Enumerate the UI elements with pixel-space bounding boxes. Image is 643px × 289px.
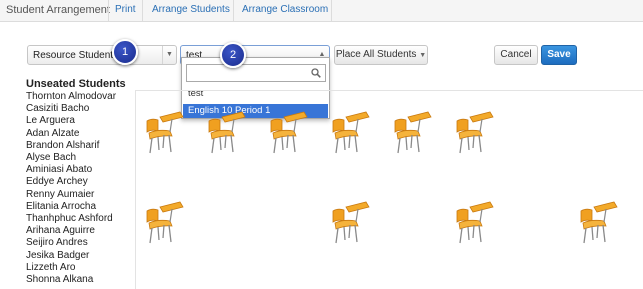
cancel-button[interactable]: Cancel bbox=[494, 45, 538, 65]
unseated-students-heading: Unseated Students bbox=[26, 78, 126, 90]
student-item[interactable]: Le Arguera bbox=[26, 115, 116, 127]
nav-print-link[interactable]: Print bbox=[115, 4, 136, 15]
callout-badge-2: 2 bbox=[220, 42, 246, 68]
student-item[interactable]: Brandon Alsharif bbox=[26, 140, 116, 152]
save-button[interactable]: Save bbox=[541, 45, 577, 65]
nav-arrange-students-link[interactable]: Arrange Students bbox=[152, 4, 230, 15]
student-desk[interactable] bbox=[206, 109, 246, 155]
search-icon bbox=[311, 68, 321, 78]
classroom-canvas[interactable] bbox=[135, 90, 643, 289]
student-item[interactable]: Adan Alzate bbox=[26, 128, 116, 140]
student-desk[interactable] bbox=[392, 109, 432, 155]
app-title: Student Arrangement bbox=[6, 4, 110, 16]
student-desk[interactable] bbox=[268, 109, 308, 155]
dropdown-search-input[interactable] bbox=[186, 64, 326, 82]
nav-divider bbox=[233, 0, 234, 22]
student-desk[interactable] bbox=[454, 199, 494, 245]
student-group-select-value: Resource Students bbox=[33, 50, 119, 61]
chevron-down-icon: ▼ bbox=[419, 52, 427, 59]
student-item[interactable]: Thornton Almodovar bbox=[26, 91, 116, 103]
chevron-down-icon: ▼ bbox=[162, 46, 176, 64]
nav-divider bbox=[331, 0, 332, 22]
nav-divider bbox=[108, 0, 109, 22]
student-desk[interactable] bbox=[144, 199, 184, 245]
callout-badge-1: 1 bbox=[112, 39, 138, 65]
student-group-select[interactable]: Resource Students ▼ bbox=[27, 45, 177, 65]
student-item[interactable]: Lizzeth Aro bbox=[26, 262, 116, 274]
student-item[interactable]: Aminiasi Abato bbox=[26, 164, 116, 176]
student-item[interactable]: Seijiro Andres bbox=[26, 237, 116, 249]
student-item[interactable]: Elitania Arrocha bbox=[26, 201, 116, 213]
student-item[interactable]: Renny Aumaier bbox=[26, 189, 116, 201]
student-desk[interactable] bbox=[330, 109, 370, 155]
place-all-students-label: Place All Students bbox=[335, 49, 417, 60]
student-item[interactable]: Casiziti Bacho bbox=[26, 103, 116, 115]
student-item[interactable]: Alyse Bach bbox=[26, 152, 116, 164]
student-item[interactable]: Arihana Aguirre bbox=[26, 225, 116, 237]
student-desk[interactable] bbox=[330, 199, 370, 245]
student-item[interactable]: Thanhphuc Ashford bbox=[26, 213, 116, 225]
student-item[interactable]: Shonna Alkana bbox=[26, 274, 116, 286]
student-desk[interactable] bbox=[144, 109, 184, 155]
place-all-students-button[interactable]: Place All Students ▼ bbox=[334, 45, 428, 65]
top-nav-bar: Student Arrangement Print Arrange Studen… bbox=[0, 0, 643, 22]
student-desk[interactable] bbox=[578, 199, 618, 245]
student-item[interactable]: Eddye Archey bbox=[26, 176, 116, 188]
student-desk[interactable] bbox=[454, 109, 494, 155]
nav-arrange-classroom-link[interactable]: Arrange Classroom bbox=[242, 4, 328, 15]
unseated-students-list: Thornton Almodovar Casiziti Bacho Le Arg… bbox=[26, 91, 116, 286]
nav-divider bbox=[142, 0, 143, 22]
student-item[interactable]: Jesika Badger bbox=[26, 250, 116, 262]
